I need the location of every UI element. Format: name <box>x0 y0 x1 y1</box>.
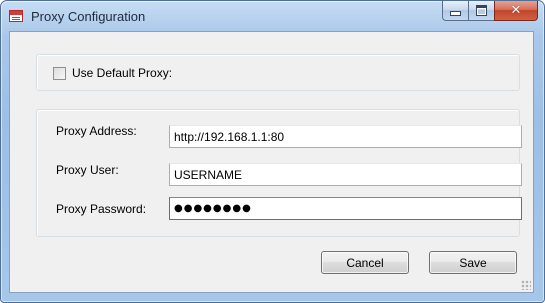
proxy-user-input[interactable] <box>169 163 522 186</box>
minimize-icon <box>450 11 461 16</box>
resize-grip[interactable] <box>521 280 531 290</box>
title-bar[interactable]: Proxy Configuration ✕ <box>1 1 544 31</box>
proxy-user-label: Proxy User: <box>56 163 119 177</box>
caption-buttons: ✕ <box>442 1 538 22</box>
dialog-client-area: Use Default Proxy: Proxy Address: Proxy … <box>9 31 534 293</box>
proxy-password-input[interactable] <box>169 197 522 220</box>
proxy-address-input[interactable] <box>169 125 522 148</box>
use-default-proxy-label: Use Default Proxy: <box>72 66 173 80</box>
save-button[interactable]: Save <box>429 251 517 274</box>
app-window-icon <box>9 10 23 22</box>
proxy-password-label: Proxy Password: <box>56 202 147 216</box>
minimize-button[interactable] <box>442 1 468 21</box>
proxy-address-label: Proxy Address: <box>56 124 137 138</box>
close-icon: ✕ <box>510 3 522 18</box>
proxy-configuration-window: Proxy Configuration ✕ Use Default Proxy:… <box>0 0 545 303</box>
maximize-button[interactable] <box>468 1 494 21</box>
use-default-proxy-checkbox[interactable] <box>53 66 66 80</box>
cancel-button[interactable]: Cancel <box>321 251 409 274</box>
maximize-icon <box>476 5 487 16</box>
use-default-proxy-option[interactable]: Use Default Proxy: <box>53 66 172 80</box>
window-title: Proxy Configuration <box>31 9 146 24</box>
close-button[interactable]: ✕ <box>494 1 538 21</box>
